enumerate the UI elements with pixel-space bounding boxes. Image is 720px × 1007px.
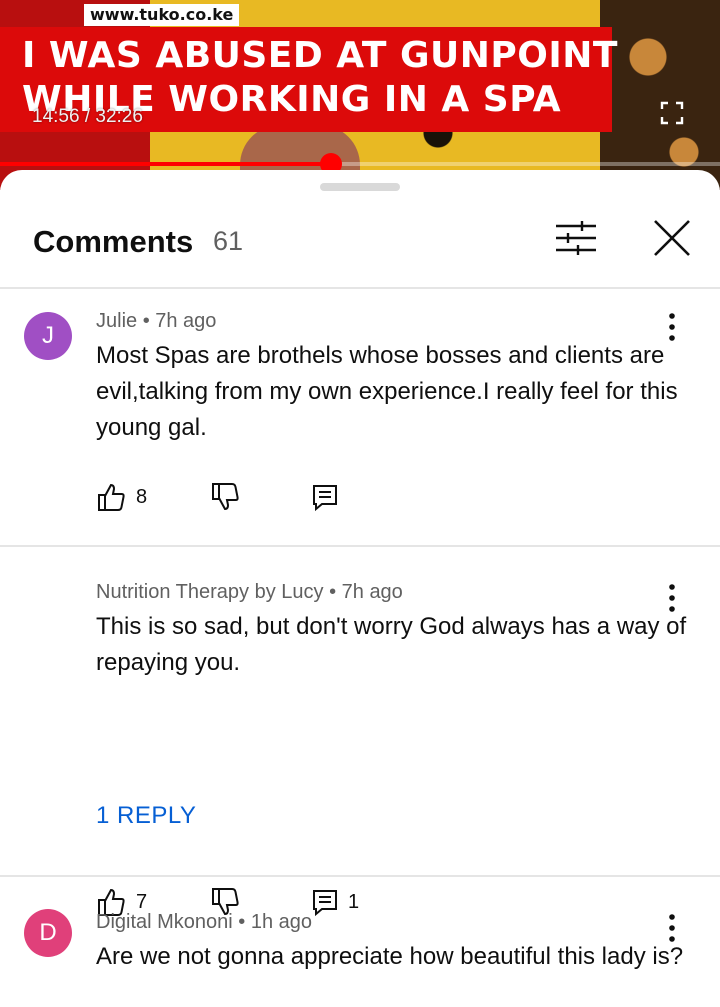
like-count: 8 [136,486,148,508]
video-progress-fill [0,162,332,166]
video-progress-bar[interactable] [0,153,720,175]
comment-item: J Julie • 7h ago Most Spas are brothels … [0,288,720,546]
view-replies-link[interactable]: 1 REPLY [96,802,196,830]
comments-header: Comments 61 [0,210,720,288]
fullscreen-icon[interactable] [660,101,684,125]
comment-actions: 8 [96,482,496,516]
comment-item: D Digital Mkononi • 1h ago Are we not go… [0,877,720,1007]
thumbs-up-icon[interactable] [96,482,126,512]
video-player[interactable]: I WAS ABUSED AT GUNPOINT WHILE WORKING I… [0,0,720,190]
comment-text: This is so sad, but don't worry God alwa… [96,613,687,676]
comment-meta: Nutrition Therapy by Lucy • 7h ago [96,581,403,603]
comment-text: Most Spas are brothels whose bosses and … [96,342,678,441]
comments-title: Comments [33,224,194,259]
comment-meta: Digital Mkononi • 1h ago [96,911,313,933]
comments-sheet: Comments 61 J Julie • 7h ago Most Spas a… [0,170,720,1005]
close-icon[interactable] [652,218,692,258]
reply-icon[interactable] [310,482,340,512]
sheet-drag-handle[interactable] [320,183,400,191]
comment-meta: Julie • 7h ago [96,310,217,332]
headline-line-1: I WAS ABUSED AT GUNPOINT [22,35,618,76]
comment-text: Are we not gonna appreciate how beautifu… [96,943,684,970]
video-watermark: www.tuko.co.ke [84,4,240,26]
sliders-icon[interactable] [554,220,598,256]
comments-count: 61 [213,226,244,256]
video-timestamp: 14:56 / 32:26 [32,106,143,127]
avatar[interactable] [24,579,72,627]
thumbs-down-icon[interactable] [210,482,240,512]
avatar[interactable]: D [24,909,72,957]
avatar[interactable]: J [24,312,72,360]
